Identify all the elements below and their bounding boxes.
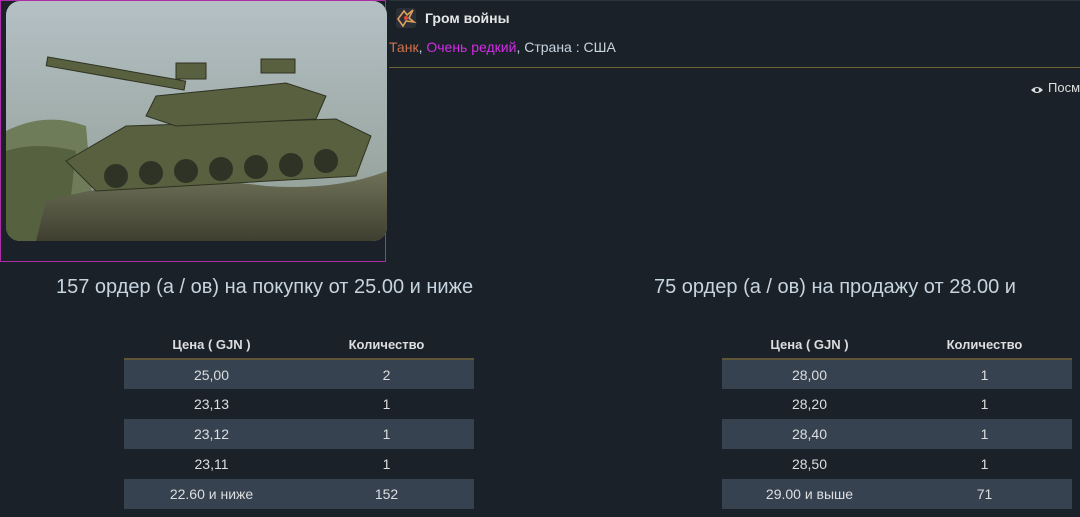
view-label: Посм xyxy=(1048,80,1080,95)
column-header-quantity: Количество xyxy=(897,331,1072,360)
quantity-cell: 1 xyxy=(897,359,1072,389)
table-row: 28,20 1 xyxy=(722,389,1072,419)
item-image-frame xyxy=(0,0,387,262)
header-divider xyxy=(389,67,1080,68)
price-cell: 22.60 и ниже xyxy=(124,479,299,509)
column-header-quantity: Количество xyxy=(299,331,474,360)
view-button[interactable]: Посм xyxy=(1030,80,1080,95)
quantity-cell: 1 xyxy=(299,389,474,419)
table-row: 23,13 1 xyxy=(124,389,474,419)
game-logo-icon xyxy=(395,7,417,29)
column-header-price: Цена ( GJN ) xyxy=(722,331,897,360)
eye-icon xyxy=(1030,83,1044,93)
quantity-cell: 2 xyxy=(299,359,474,389)
buy-orders-title: 157 ордер (а / ов) на покупку от 25.00 и… xyxy=(56,276,474,298)
quantity-cell: 1 xyxy=(299,419,474,449)
column-header-price: Цена ( GJN ) xyxy=(124,331,299,360)
price-cell: 29.00 и выше xyxy=(722,479,897,509)
quantity-cell: 1 xyxy=(897,449,1072,479)
price-cell: 25,00 xyxy=(124,359,299,389)
sell-orders-title: 75 ордер (а / ов) на продажу от 28.00 и xyxy=(654,276,1016,298)
price-cell: 23,11 xyxy=(124,449,299,479)
item-rarity: Очень редкий xyxy=(426,39,517,55)
price-cell: 23,12 xyxy=(124,419,299,449)
table-row: 28,40 1 xyxy=(722,419,1072,449)
market-listing-page: Гром войны Танк, Очень редкий, Страна : … xyxy=(0,0,1080,517)
item-meta: Танк, Очень редкий, Страна : США xyxy=(389,39,616,55)
table-row: 23,12 1 xyxy=(124,419,474,449)
table-row: 25,00 2 xyxy=(124,359,474,389)
price-cell: 28,50 xyxy=(722,449,897,479)
tank-illustration xyxy=(6,1,387,241)
table-header-row: Цена ( GJN ) Количество xyxy=(124,331,474,360)
table-row: 28,00 1 xyxy=(722,359,1072,389)
table-row: 22.60 и ниже 152 xyxy=(124,479,474,509)
price-cell: 28,20 xyxy=(722,389,897,419)
quantity-cell: 1 xyxy=(897,389,1072,419)
game-name: Гром войны xyxy=(425,10,510,26)
table-row: 28,50 1 xyxy=(722,449,1072,479)
price-cell: 28,00 xyxy=(722,359,897,389)
table-row: 23,11 1 xyxy=(124,449,474,479)
quantity-cell: 71 xyxy=(897,479,1072,509)
buy-orders-table: Цена ( GJN ) Количество 25,00 2 23,13 1 … xyxy=(124,331,474,509)
quantity-cell: 1 xyxy=(897,419,1072,449)
header-top-border xyxy=(389,0,1080,1)
price-cell: 23,13 xyxy=(124,389,299,419)
table-row: 29.00 и выше 71 xyxy=(722,479,1072,509)
item-country: Страна : США xyxy=(524,39,616,55)
quantity-cell: 152 xyxy=(299,479,474,509)
quantity-cell: 1 xyxy=(299,449,474,479)
tank-image xyxy=(6,1,387,241)
game-link[interactable]: Гром войны xyxy=(395,6,510,30)
price-cell: 28,40 xyxy=(722,419,897,449)
table-header-row: Цена ( GJN ) Количество xyxy=(722,331,1072,360)
sell-orders-table: Цена ( GJN ) Количество 28,00 1 28,20 1 … xyxy=(722,331,1072,509)
item-type: Танк xyxy=(389,39,419,55)
